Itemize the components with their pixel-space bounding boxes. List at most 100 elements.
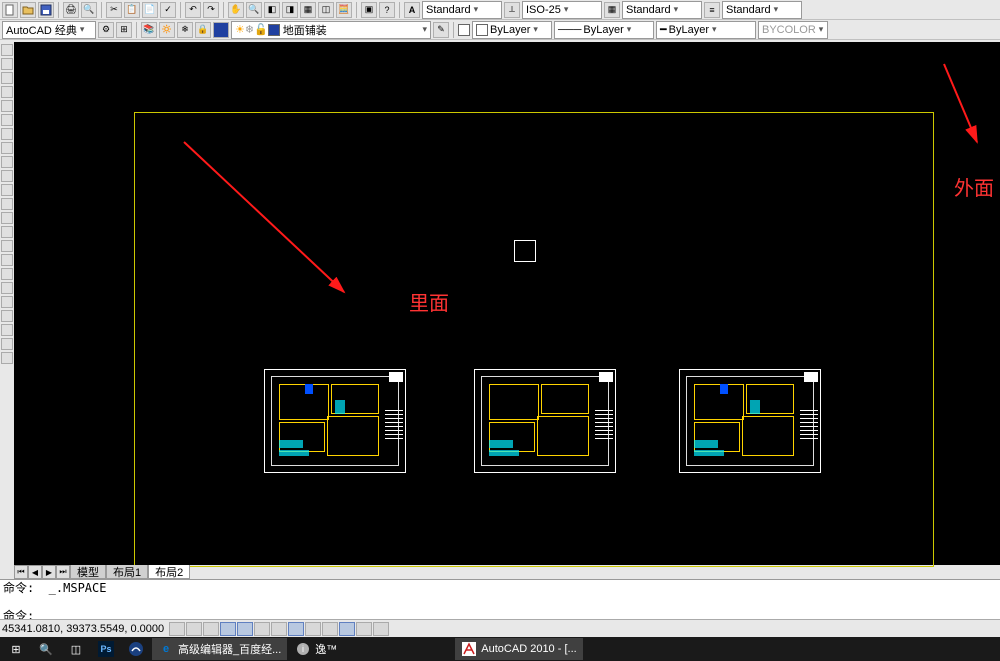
tab-model[interactable]: 模型 xyxy=(70,565,106,579)
pan-button[interactable]: ✋ xyxy=(228,2,244,18)
snap-toggle[interactable] xyxy=(169,622,185,636)
print-button[interactable]: 🖨 xyxy=(63,2,79,18)
redo-button[interactable]: ↷ xyxy=(203,2,219,18)
command-window[interactable]: 命令: _.MSPACE 命令: xyxy=(0,579,1000,619)
lineweight-dropdown[interactable]: ━ByLayer▾ xyxy=(656,21,756,39)
text-tool[interactable] xyxy=(1,142,13,154)
xline-tool[interactable] xyxy=(1,226,13,238)
workspace-settings-icon[interactable]: ⚙ xyxy=(98,22,114,38)
text-tool-icon[interactable]: A xyxy=(404,2,420,18)
lwt-toggle[interactable] xyxy=(305,622,321,636)
circle-tool[interactable] xyxy=(1,72,13,84)
hatch-tool[interactable] xyxy=(1,128,13,140)
annotation-outside: 外面 xyxy=(954,172,994,201)
table-style-dropdown[interactable]: Standard▾ xyxy=(622,1,702,19)
tool-b-button[interactable]: ◨ xyxy=(282,2,298,18)
misc-toggle-2[interactable] xyxy=(373,622,389,636)
taskbar-autocad[interactable]: AutoCAD 2010 - [... xyxy=(455,638,582,660)
layer-dropdown[interactable]: ☀❄🔓 地面铺装▾ xyxy=(231,21,431,39)
current-color-swatch[interactable] xyxy=(458,24,470,36)
block-button[interactable]: ▣ xyxy=(361,2,377,18)
cut-button[interactable]: ✂ xyxy=(106,2,122,18)
extra-tool-3[interactable] xyxy=(1,310,13,322)
status-coordinates: 45341.0810, 39373.5549, 0.0000 xyxy=(2,623,164,635)
spline-tool[interactable] xyxy=(1,198,13,210)
extra-tool-4[interactable] xyxy=(1,324,13,336)
paste-button[interactable]: 📄 xyxy=(142,2,158,18)
grid-toggle[interactable] xyxy=(186,622,202,636)
ducs-toggle[interactable] xyxy=(271,622,287,636)
plotstyle-dropdown[interactable]: BYCOLOR▾ xyxy=(758,21,828,39)
tab-nav-next[interactable]: ▶ xyxy=(42,565,56,579)
qp-toggle[interactable] xyxy=(322,622,338,636)
table-tool-icon[interactable]: ▦ xyxy=(604,2,620,18)
region-tool[interactable] xyxy=(1,240,13,252)
dim-tool-icon[interactable]: ⟂ xyxy=(504,2,520,18)
table-tool[interactable] xyxy=(1,254,13,266)
dyn-toggle[interactable] xyxy=(288,622,304,636)
line-tool[interactable] xyxy=(1,44,13,56)
linetype-dropdown[interactable]: ───ByLayer▾ xyxy=(554,21,654,39)
block-tool[interactable] xyxy=(1,170,13,182)
copy-button[interactable]: 📋 xyxy=(124,2,140,18)
tool-c-button[interactable]: ▦ xyxy=(300,2,316,18)
taskbar-start-button[interactable]: ⊞ xyxy=(2,638,30,660)
tool-d-button[interactable]: ◫ xyxy=(318,2,334,18)
rectangle-tool[interactable] xyxy=(1,100,13,112)
tab-layout2[interactable]: 布局2 xyxy=(148,565,190,579)
workspace-dropdown[interactable]: AutoCAD 经典▾ xyxy=(2,21,96,39)
polar-toggle[interactable] xyxy=(220,622,236,636)
tab-nav-last[interactable]: ⏭ xyxy=(56,565,70,579)
ml-style-dropdown[interactable]: Standard▾ xyxy=(722,1,802,19)
ml-tool-icon[interactable]: ≡ xyxy=(704,2,720,18)
extra-tool-6[interactable] xyxy=(1,352,13,364)
workspace-save-icon[interactable]: ⊞ xyxy=(116,22,132,38)
layer-color-icon[interactable] xyxy=(213,22,229,38)
point-tool[interactable] xyxy=(1,184,13,196)
save-button[interactable] xyxy=(38,2,54,18)
calc-button[interactable]: 🧮 xyxy=(336,2,352,18)
ellipse-tool[interactable] xyxy=(1,114,13,126)
text-style-dropdown[interactable]: Standard▾ xyxy=(422,1,502,19)
mtext-tool[interactable] xyxy=(1,268,13,280)
tab-nav-first[interactable]: ⏮ xyxy=(14,565,28,579)
extra-tool-1[interactable] xyxy=(1,282,13,294)
open-button[interactable] xyxy=(20,2,36,18)
zoom-button[interactable]: 🔍 xyxy=(246,2,262,18)
undo-button[interactable]: ↶ xyxy=(185,2,201,18)
layer-tool-1[interactable]: ✎ xyxy=(433,22,449,38)
otrack-toggle[interactable] xyxy=(254,622,270,636)
polyline-tool[interactable] xyxy=(1,58,13,70)
model-paper-toggle[interactable] xyxy=(339,622,355,636)
taskbar-task-view[interactable]: ◫ xyxy=(62,638,90,660)
color-dropdown[interactable]: ByLayer▾ xyxy=(472,21,552,39)
ray-tool[interactable] xyxy=(1,212,13,224)
new-button[interactable] xyxy=(2,2,18,18)
tab-nav-prev[interactable]: ◀ xyxy=(28,565,42,579)
autocad-status-bar: 45341.0810, 39373.5549, 0.0000 xyxy=(0,619,1000,637)
osnap-toggle[interactable] xyxy=(237,622,253,636)
taskbar-app-circle[interactable] xyxy=(122,638,150,660)
tool-a-button[interactable]: ◧ xyxy=(264,2,280,18)
floorplan-thumbnail-1 xyxy=(264,369,406,473)
layer-manager-icon[interactable]: 📚 xyxy=(141,22,157,38)
help-button[interactable]: ? xyxy=(379,2,395,18)
preview-button[interactable]: 🔍 xyxy=(81,2,97,18)
dim-tool[interactable] xyxy=(1,156,13,168)
taskbar-photoshop[interactable]: Ps xyxy=(92,638,120,660)
arc-tool[interactable] xyxy=(1,86,13,98)
layer-freeze-icon[interactable]: ❄ xyxy=(177,22,193,38)
match-button[interactable]: ✓ xyxy=(160,2,176,18)
dim-style-dropdown[interactable]: ISO-25▾ xyxy=(522,1,602,19)
taskbar-ie[interactable]: i逸™ xyxy=(289,638,343,660)
layer-state-icon[interactable]: 🔅 xyxy=(159,22,175,38)
taskbar-edge[interactable]: e高级编辑器_百度经... xyxy=(152,638,287,660)
ortho-toggle[interactable] xyxy=(203,622,219,636)
layer-lock-icon[interactable]: 🔒 xyxy=(195,22,211,38)
extra-tool-5[interactable] xyxy=(1,338,13,350)
drawing-canvas[interactable]: 里面 外面 xyxy=(14,42,1000,565)
misc-toggle-1[interactable] xyxy=(356,622,372,636)
taskbar-search[interactable]: 🔍 xyxy=(32,638,60,660)
extra-tool-2[interactable] xyxy=(1,296,13,308)
tab-layout1[interactable]: 布局1 xyxy=(106,565,148,579)
